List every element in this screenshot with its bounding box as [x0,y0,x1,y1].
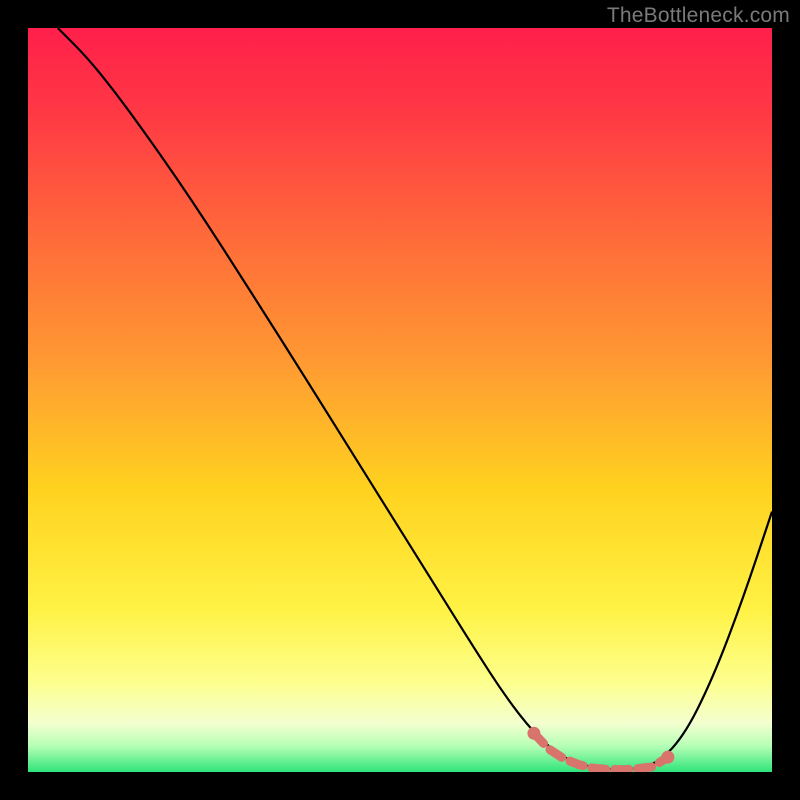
optimal-range-endpoint [527,727,540,740]
chart-background-gradient [28,28,772,772]
chart-frame [28,28,772,772]
bottleneck-chart [28,28,772,772]
attribution-label: TheBottleneck.com [607,4,790,28]
optimal-range-endpoint [661,751,674,764]
